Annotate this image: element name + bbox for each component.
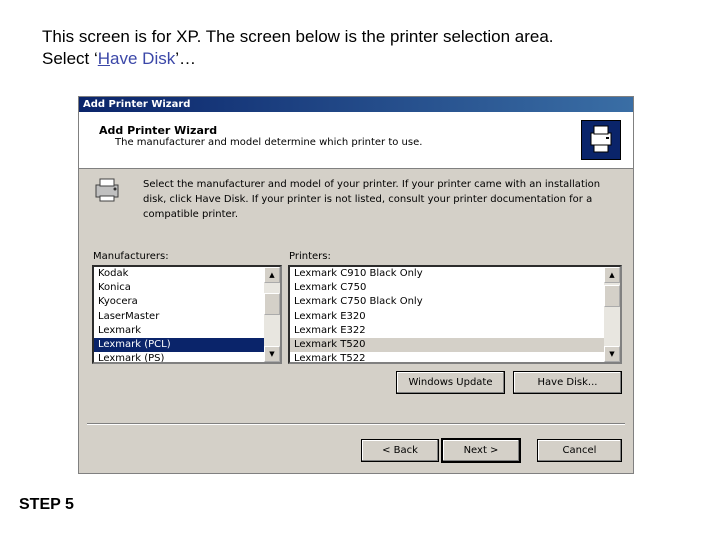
scroll-up-icon[interactable]: ▲ [264,267,280,283]
manufacturer-list-item[interactable]: LaserMaster [94,310,264,324]
printers-list: Lexmark C910 Black Only Lexmark C750 Lexma… [290,267,604,362]
scroll-up-icon[interactable]: ▲ [604,267,620,283]
caption: This screen is for XP. The screen below … [42,26,554,70]
manufacturer-list-item[interactable]: Konica [94,281,264,295]
header-subtitle: The manufacturer and model determine whi… [115,137,423,148]
have-disk-button[interactable]: Have Disk... [513,371,622,394]
windows-update-button[interactable]: Windows Update [396,371,505,394]
title-bar: Add Printer Wizard [79,97,633,112]
printer-list-item[interactable]: Lexmark T520 [290,337,604,353]
manufacturer-list-item[interactable]: Kyocera [94,295,264,309]
manufacturer-list-item[interactable]: Lexmark [94,324,264,338]
caption-have-disk-key: H [97,49,111,68]
printer-disk-icon [93,175,123,203]
manufacturers-list: Kodak Konica Kyocera LaserMaster Lexmark Lexm… [94,267,264,362]
printers-scroll-thumb[interactable] [604,285,620,307]
caption-have-disk-rest: ave Disk [110,49,176,68]
printer-list-item[interactable]: Lexmark E320 [290,310,604,324]
cancel-button[interactable]: Cancel [537,439,622,462]
printer-list-item[interactable]: Lexmark E322 [290,324,604,338]
caption-line2: Select ‘Have Disk’… [42,48,554,70]
caption-line2-suffix: ’… [175,49,196,68]
manufacturer-list-item[interactable]: Lexmark (PCL) [94,337,264,353]
printers-label: Printers: [289,251,331,262]
header-title: Add Printer Wizard [99,124,218,137]
printers-listbox[interactable]: Lexmark C910 Black Only Lexmark C750 Lexma… [288,265,622,364]
manufacturers-scrollbar[interactable]: ▲ ▼ [264,267,280,362]
scroll-down-icon[interactable]: ▼ [604,346,620,362]
instructions-text: Select the manufacturer and model of you… [143,179,601,220]
manufacturers-label: Manufacturers: [93,251,169,262]
scroll-down-icon[interactable]: ▼ [264,346,280,362]
printer-wizard-icon [581,120,621,160]
next-button[interactable]: Next > [441,438,521,463]
add-printer-wizard-dialog: Add Printer Wizard Add Printer Wizard Th… [78,96,634,474]
printer-list-item[interactable]: Lexmark C910 Black Only [290,267,604,281]
printers-scrollbar[interactable]: ▲ ▼ [604,267,620,362]
manufacturers-scroll-thumb[interactable] [264,293,280,315]
back-button[interactable]: < Back [361,439,439,462]
manufacturer-list-item[interactable]: Kodak [94,267,264,281]
caption-have-disk: Have Disk [98,49,175,68]
button-divider [87,423,625,425]
step-label: STEP 5 [19,496,74,513]
printer-list-item[interactable]: Lexmark T522 [290,352,604,362]
manufacturers-listbox[interactable]: Kodak Konica Kyocera LaserMaster Lexmark Lexm… [92,265,282,364]
caption-line2-prefix: Select ‘ [42,49,98,68]
caption-line1: This screen is for XP. The screen below … [42,27,554,46]
wizard-header: Add Printer Wizard The manufacturer and … [79,112,633,169]
printer-list-item[interactable]: Lexmark C750 Black Only [290,295,604,309]
printer-list-item[interactable]: Lexmark C750 [290,281,604,295]
manufacturer-list-item[interactable]: Lexmark (PS) [94,352,264,362]
